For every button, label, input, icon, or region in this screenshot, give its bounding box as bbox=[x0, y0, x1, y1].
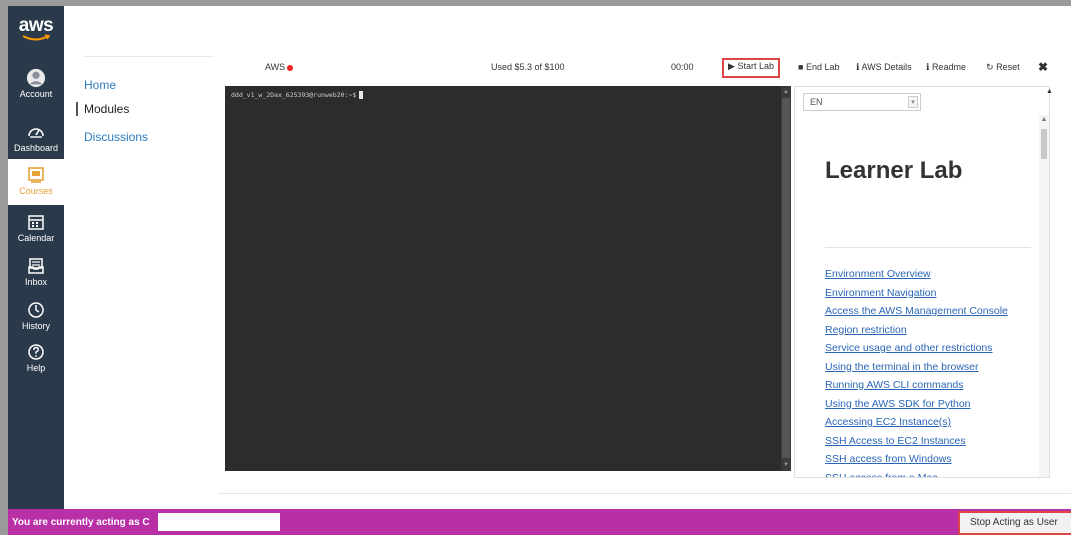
history-icon bbox=[28, 302, 44, 318]
nav-inbox[interactable]: Inbox bbox=[8, 256, 64, 287]
aws-status-label: AWS bbox=[265, 62, 286, 72]
language-select[interactable]: EN ▾ bbox=[803, 93, 921, 111]
nav-help[interactable]: Help bbox=[8, 342, 64, 373]
readme-divider bbox=[825, 247, 1031, 248]
end-lab-label: End Lab bbox=[805, 62, 840, 72]
help-icon bbox=[28, 344, 44, 360]
aws-status[interactable]: AWS bbox=[265, 62, 294, 80]
collapse-caret-icon[interactable]: ▲ bbox=[1046, 88, 1053, 95]
nav-inbox-label: Inbox bbox=[24, 277, 48, 287]
nav-history-label: History bbox=[21, 321, 50, 331]
nav-account-label: Account bbox=[19, 89, 53, 99]
masquerade-bar: You are currently acting as C Stop Actin… bbox=[8, 509, 1071, 535]
start-lab-label: Start Lab bbox=[737, 61, 774, 71]
nav-calendar-label: Calendar bbox=[17, 233, 55, 243]
scroll-up-icon[interactable]: ▲ bbox=[1039, 115, 1049, 125]
readme-label: Readme bbox=[931, 62, 966, 72]
readme-scrollbar-thumb[interactable] bbox=[1041, 129, 1047, 159]
toc-link[interactable]: SSH Access to EC2 Instances bbox=[825, 432, 1008, 451]
nav-calendar[interactable]: Calendar bbox=[8, 212, 64, 243]
aws-details-label: AWS Details bbox=[861, 62, 912, 72]
course-nav-discussions[interactable]: Discussions bbox=[84, 130, 148, 144]
aws-details-button[interactable]: ℹ AWS Details bbox=[856, 62, 912, 80]
calendar-icon bbox=[28, 215, 44, 230]
terminal-cursor bbox=[359, 91, 364, 99]
aws-logo-text: aws bbox=[18, 15, 54, 36]
toc-link[interactable]: SSH access from Windows bbox=[825, 450, 1008, 469]
status-dot-icon bbox=[287, 64, 294, 71]
courses-icon bbox=[28, 167, 44, 183]
readme-pane: EN ▾ Learner Lab Environment Overview En… bbox=[794, 86, 1050, 478]
terminal[interactable]: ddd_v1_w_2Dax_625393@runweb20:~$ bbox=[225, 86, 781, 471]
stop-square-icon: ■ bbox=[798, 62, 804, 72]
bottom-divider bbox=[218, 493, 1071, 494]
start-lab-button[interactable]: ▶ Start Lab bbox=[722, 58, 780, 78]
stop-acting-button[interactable]: Stop Acting as User bbox=[958, 511, 1071, 535]
terminal-scrollbar[interactable]: ▲ ▼ bbox=[781, 86, 791, 471]
reset-label: Reset bbox=[996, 62, 1020, 72]
toc-link[interactable]: Using the terminal in the browser bbox=[825, 358, 1008, 377]
toc-link[interactable]: Running AWS CLI commands bbox=[825, 376, 1008, 395]
info-icon: ℹ bbox=[856, 62, 860, 72]
toc-link[interactable]: Service usage and other restrictions bbox=[825, 339, 1008, 358]
account-icon bbox=[26, 68, 46, 88]
info-icon: ℹ bbox=[926, 62, 930, 72]
masquerade-text: You are currently acting as C bbox=[12, 517, 150, 528]
budget-text: Used $5.3 of $100 bbox=[491, 62, 565, 72]
top-divider bbox=[84, 56, 214, 57]
terminal-prompt-text: ddd_v1_w_2Dax_625393@runweb20:~$ bbox=[231, 91, 357, 99]
nav-courses[interactable]: Courses bbox=[8, 159, 64, 205]
language-value: EN bbox=[810, 97, 823, 107]
inbox-icon bbox=[28, 258, 44, 274]
dashboard-icon bbox=[28, 128, 44, 138]
readme-button[interactable]: ℹ Readme bbox=[926, 62, 966, 80]
toc-link[interactable]: Access the AWS Management Console bbox=[825, 302, 1008, 321]
expand-icon[interactable]: ✖ bbox=[1038, 60, 1048, 78]
terminal-scrollbar-thumb[interactable] bbox=[782, 98, 790, 458]
toc-link[interactable]: SSH access from a Mac bbox=[825, 469, 1008, 478]
play-icon: ▶ bbox=[728, 61, 735, 71]
nav-dashboard-label: Dashboard bbox=[13, 143, 59, 153]
course-nav: Home Modules Discussions bbox=[64, 6, 214, 509]
masquerade-user-name bbox=[158, 513, 280, 531]
readme-scrollbar[interactable]: ▲ bbox=[1039, 115, 1049, 477]
toc-link[interactable]: Using the AWS SDK for Python bbox=[825, 395, 1008, 414]
nav-dashboard[interactable]: Dashboard bbox=[8, 122, 64, 153]
nav-account[interactable]: Account bbox=[8, 68, 64, 99]
scroll-down-icon[interactable]: ▼ bbox=[782, 461, 790, 469]
chevron-down-icon: ▾ bbox=[908, 96, 918, 108]
end-lab-button[interactable]: ■ End Lab bbox=[798, 62, 839, 80]
scroll-up-icon[interactable]: ▲ bbox=[782, 88, 790, 96]
reset-icon: ↻ bbox=[986, 62, 994, 72]
global-nav: aws Account Dashboard Courses Calendar I… bbox=[8, 6, 64, 509]
stop-acting-label: Stop Acting as User bbox=[970, 517, 1058, 528]
session-timer: 00:00 bbox=[671, 62, 694, 72]
nav-courses-label: Courses bbox=[19, 186, 53, 196]
course-nav-home[interactable]: Home bbox=[84, 78, 116, 92]
toc-link[interactable]: Region restriction bbox=[825, 321, 1008, 340]
nav-history[interactable]: History bbox=[8, 300, 64, 331]
toc-link[interactable]: Environment Overview bbox=[825, 265, 1008, 284]
reset-button[interactable]: ↻ Reset bbox=[986, 62, 1020, 80]
toc-link[interactable]: Accessing EC2 Instance(s) bbox=[825, 413, 1008, 432]
terminal-prompt: ddd_v1_w_2Dax_625393@runweb20:~$ bbox=[231, 91, 364, 99]
readme-toc: Environment Overview Environment Navigat… bbox=[825, 265, 1008, 478]
course-nav-modules[interactable]: Modules bbox=[76, 102, 129, 116]
aws-logo[interactable]: aws bbox=[8, 10, 64, 54]
readme-title: Learner Lab bbox=[825, 157, 963, 184]
nav-help-label: Help bbox=[26, 363, 46, 373]
toc-link[interactable]: Environment Navigation bbox=[825, 284, 1008, 303]
